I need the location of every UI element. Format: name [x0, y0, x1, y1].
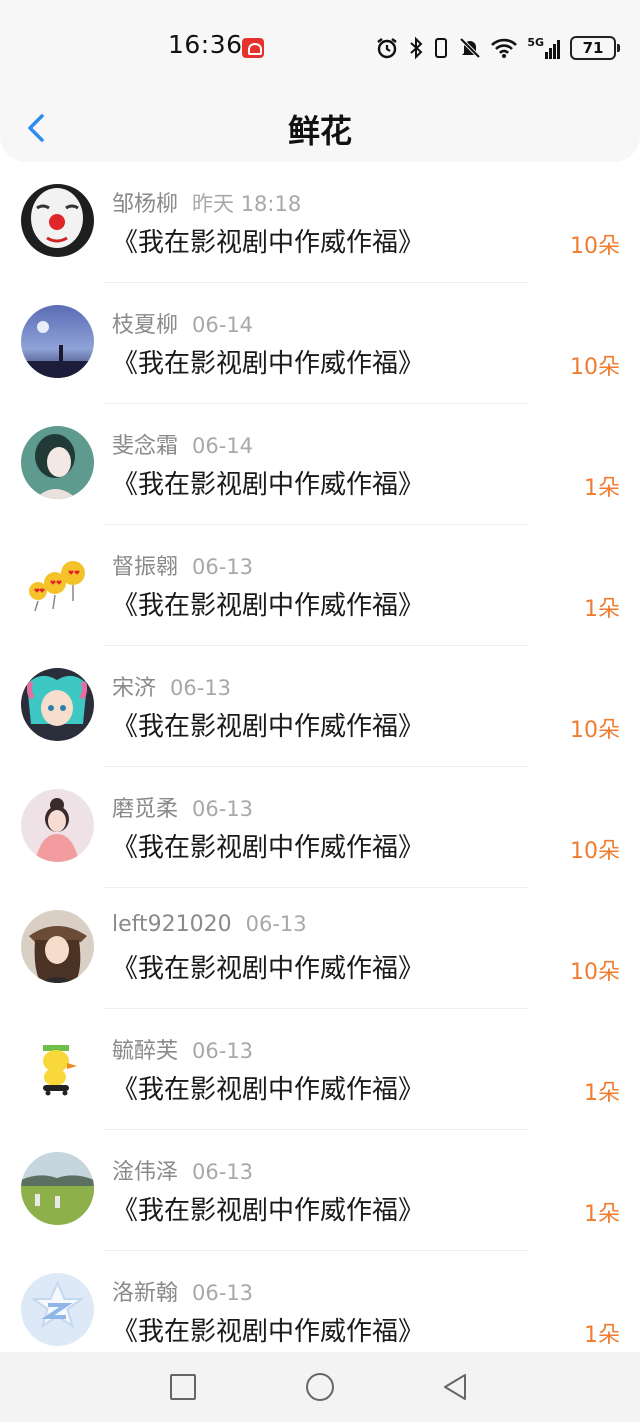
sender-name: 毓醉芙 06-13 — [112, 1039, 254, 1064]
flower-count: 10朵 — [570, 839, 620, 864]
avatar — [21, 1273, 94, 1346]
avatar — [21, 305, 94, 378]
flower-count: 1朵 — [584, 1323, 620, 1348]
flower-count: 10朵 — [570, 234, 620, 259]
status-time: 16:36 — [168, 30, 243, 59]
list-item[interactable]: 淦伟泽 06-13 《我在影视剧中作威作福》 1朵 — [0, 1130, 640, 1251]
sender-name: 督振翱 06-13 — [112, 555, 254, 580]
flower-count: 1朵 — [584, 476, 620, 501]
home-button[interactable] — [305, 1372, 335, 1402]
book-title: 《我在影视剧中作威作福》 — [112, 1075, 425, 1105]
system-nav-bar — [0, 1352, 640, 1422]
list-item[interactable]: 磨觅柔 06-13 《我在影视剧中作威作福》 10朵 — [0, 767, 640, 888]
list-item[interactable]: 枝夏柳 06-14 《我在影视剧中作威作福》 10朵 — [0, 283, 640, 404]
signal-icon: 5G — [527, 37, 560, 59]
flower-count: 1朵 — [584, 1081, 620, 1106]
flower-count: 10朵 — [570, 355, 620, 380]
mute-icon — [459, 37, 481, 59]
book-title: 《我在影视剧中作威作福》 — [112, 470, 425, 500]
sent-time: 06-14 — [192, 434, 254, 458]
book-title: 《我在影视剧中作威作福》 — [112, 833, 425, 863]
sender-name: 宋济 06-13 — [112, 676, 232, 701]
avatar — [21, 910, 94, 983]
sent-time: 06-13 — [192, 797, 254, 821]
battery-icon: 71 — [570, 36, 620, 60]
book-title: 《我在影视剧中作威作福》 — [112, 1317, 425, 1347]
wifi-icon — [491, 38, 518, 58]
recent-apps-button[interactable] — [168, 1372, 198, 1402]
sent-time: 06-13 — [170, 676, 232, 700]
list-item[interactable]: left921020 06-13 《我在影视剧中作威作福》 10朵 — [0, 888, 640, 1009]
sender-name: 磨觅柔 06-13 — [112, 797, 254, 822]
vibrate-icon — [435, 38, 448, 58]
status-icons: 5G 71 — [375, 34, 620, 62]
back-nav-button[interactable] — [440, 1372, 470, 1402]
list-item[interactable]: 宋济 06-13 《我在影视剧中作威作福》 10朵 — [0, 646, 640, 767]
flower-list: 邹杨柳 昨天 18:18 《我在影视剧中作威作福》 10朵 枝夏柳 06-14 《我… — [0, 162, 640, 1372]
avatar — [21, 184, 94, 257]
avatar — [21, 547, 94, 620]
nav-bar: 鲜花 — [0, 96, 640, 162]
book-title: 《我在影视剧中作威作福》 — [112, 712, 425, 742]
list-item[interactable]: 邹杨柳 昨天 18:18 《我在影视剧中作威作福》 10朵 — [0, 162, 640, 283]
book-title: 《我在影视剧中作威作福》 — [112, 954, 425, 984]
page-title: 鲜花 — [287, 112, 352, 150]
sender-name: 邹杨柳 昨天 18:18 — [112, 192, 302, 217]
avatar — [21, 668, 94, 741]
alarm-icon — [377, 38, 398, 59]
sender-name: left921020 06-13 — [112, 912, 307, 937]
sent-time: 06-13 — [245, 912, 307, 936]
bluetooth-icon — [410, 36, 423, 60]
flower-count: 1朵 — [584, 597, 620, 622]
sender-name: 斐念霜 06-14 — [112, 434, 254, 459]
book-title: 《我在影视剧中作威作福》 — [112, 591, 425, 621]
list-item[interactable]: 毓醉芙 06-13 《我在影视剧中作威作福》 1朵 — [0, 1009, 640, 1130]
avatar — [21, 789, 94, 862]
book-title: 《我在影视剧中作威作福》 — [112, 228, 425, 258]
book-title: 《我在影视剧中作威作福》 — [112, 1196, 425, 1226]
carrier-icon — [242, 38, 264, 58]
avatar — [21, 1152, 94, 1225]
sent-time: 06-14 — [192, 313, 254, 337]
sender-name: 洛新翰 06-13 — [112, 1281, 254, 1306]
book-title: 《我在影视剧中作威作福》 — [112, 349, 425, 379]
sent-time: 06-13 — [192, 1039, 254, 1063]
list-item[interactable]: 督振翱 06-13 《我在影视剧中作威作福》 1朵 — [0, 525, 640, 646]
list-item[interactable]: 斐念霜 06-14 《我在影视剧中作威作福》 1朵 — [0, 404, 640, 525]
sent-time: 06-13 — [192, 1281, 254, 1305]
sent-time: 06-13 — [192, 555, 254, 579]
flower-count: 10朵 — [570, 718, 620, 743]
flower-count: 10朵 — [570, 960, 620, 985]
sender-name: 淦伟泽 06-13 — [112, 1160, 254, 1185]
sent-time: 06-13 — [192, 1160, 254, 1184]
avatar — [21, 426, 94, 499]
avatar — [21, 1031, 94, 1104]
sent-time: 昨天 18:18 — [192, 192, 302, 216]
sender-name: 枝夏柳 06-14 — [112, 313, 254, 338]
flower-count: 1朵 — [584, 1202, 620, 1227]
battery-level: 71 — [582, 39, 604, 57]
status-bar: 16:36 5G 71 — [0, 0, 640, 96]
network-type: 5G — [527, 36, 544, 49]
